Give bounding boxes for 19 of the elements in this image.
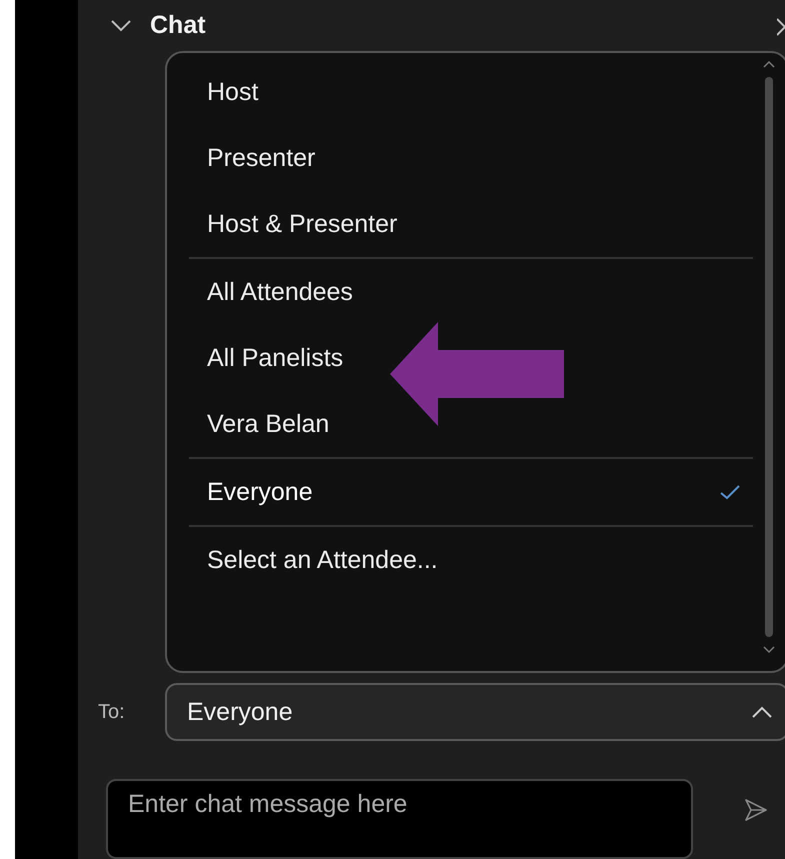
menu-item[interactable]: All Attendees	[189, 259, 753, 326]
menu-item[interactable]: Presenter	[189, 125, 753, 192]
menu-item[interactable]: Vera Belan	[189, 391, 753, 458]
scroll-up-icon[interactable]	[762, 59, 776, 70]
panel-title: Chat	[150, 11, 206, 40]
close-icon[interactable]	[777, 16, 785, 36]
menu-item[interactable]: Host	[189, 59, 753, 126]
message-field[interactable]: Enter chat message here	[106, 779, 693, 859]
menu-item[interactable]: Select an Attendee...	[189, 527, 753, 594]
menu-item[interactable]: Host & Presenter	[189, 191, 753, 258]
scroll-down-icon[interactable]	[762, 645, 776, 655]
check-icon	[719, 484, 741, 500]
menu-item[interactable]: Everyone	[189, 459, 753, 526]
to-label: To:	[97, 700, 126, 724]
menu-item[interactable]: All Panelists	[189, 325, 753, 392]
recipient-dropdown[interactable]: Everyone	[165, 683, 785, 741]
caret-icon	[751, 705, 773, 719]
send-icon[interactable]	[743, 797, 769, 823]
chevron-icon[interactable]	[110, 18, 132, 33]
